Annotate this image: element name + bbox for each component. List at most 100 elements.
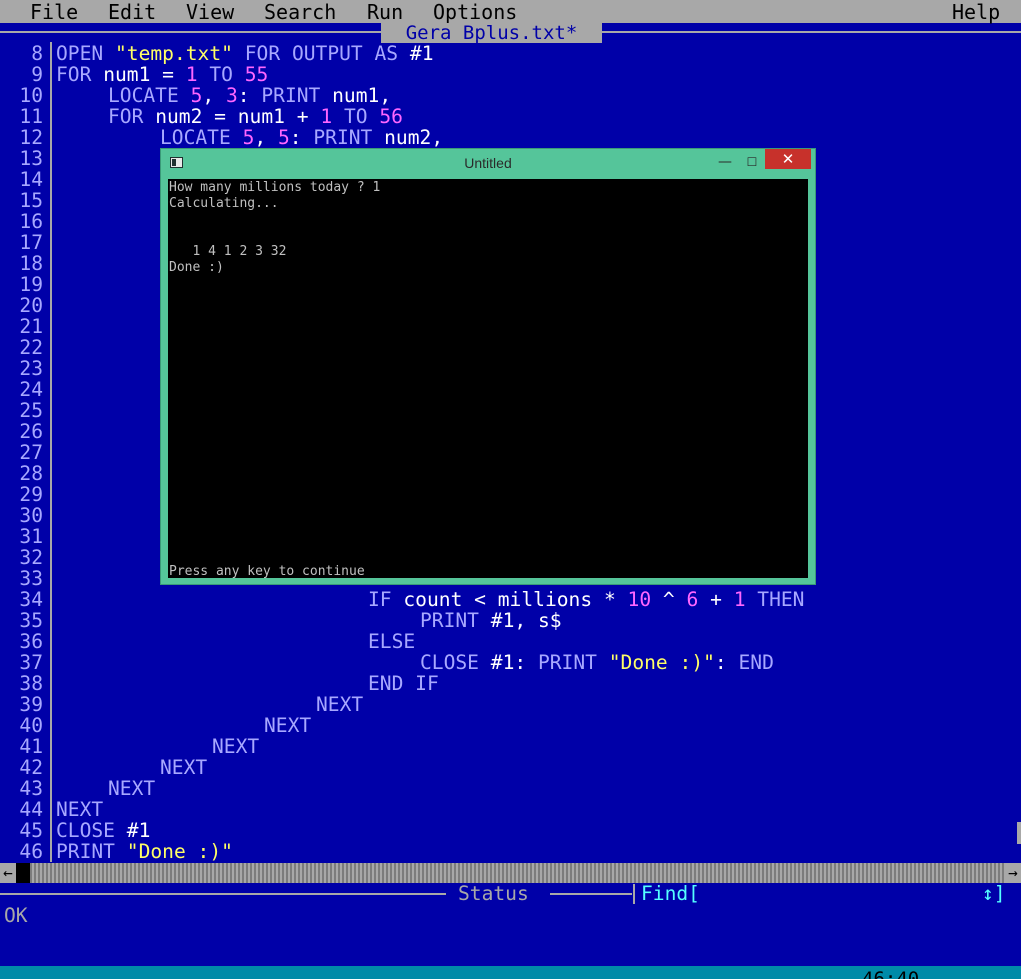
code-token: , [379,84,392,107]
minimize-icon[interactable]: — [712,152,738,172]
vertical-scrollbar-thumb[interactable] [1017,822,1021,844]
line-number: 34 [19,588,43,611]
code-token: 1 [733,588,746,611]
line-number: 16 [19,210,43,233]
line-text: NEXT [316,694,363,715]
scroll-right-arrow-icon[interactable]: → [1005,863,1021,883]
menu-options[interactable]: Options [433,0,517,24]
code-line[interactable]: 35 PRINT #1, s$ [0,610,1016,631]
code-token: END IF [368,672,439,695]
code-line[interactable]: 43 NEXT [0,778,1016,799]
find-direction-arrows-icon[interactable]: ↕] [982,883,1006,905]
line-number: 29 [19,483,43,506]
code-line[interactable]: 41 NEXT [0,736,1016,757]
line-number: 23 [19,357,43,380]
code-token: PRINT [56,840,115,863]
code-line[interactable]: 37 CLOSE #1: PRINT "Done :)": END [0,652,1016,673]
code-line[interactable]: 44 NEXT [0,799,1016,820]
code-token: 10 [627,588,652,611]
code-token: CLOSE [56,819,115,842]
find-input[interactable] [706,884,976,904]
code-line[interactable]: 9 FOR num1 = 1 TO 55 [0,64,1016,85]
code-token: num1 [332,84,380,107]
code-token: 1 [320,105,333,128]
code-token: 5 [242,126,255,149]
line-number: 33 [19,567,43,590]
code-line[interactable]: 10 LOCATE 5, 3: PRINT num1, [0,85,1016,106]
code-token: FOR [56,63,92,86]
code-line[interactable]: 38 END IF [0,673,1016,694]
status-panel-title: Status [458,882,529,905]
output-window[interactable]: Untitled — ☐ ✕ How many millions today ?… [160,148,816,585]
code-line[interactable]: 34 IF count < millions * 10 ^ 6 + 1 THEN [0,589,1016,610]
code-line[interactable]: 39 NEXT [0,694,1016,715]
find-label: Find[ [641,882,700,905]
line-text: ELSE [368,631,415,652]
code-line[interactable]: 11 FOR num2 = num1 + 1 TO 56 [0,106,1016,127]
code-line[interactable]: 12 LOCATE 5, 5: PRINT num2, [0,127,1016,148]
line-text: NEXT [56,799,103,820]
code-line[interactable]: 40 NEXT [0,715,1016,736]
code-line[interactable]: 46 PRINT "Done :)" [0,841,1016,862]
menu-view[interactable]: View [186,0,234,24]
code-line[interactable]: 45 CLOSE #1 [0,820,1016,841]
line-text: NEXT [160,757,207,778]
horizontal-scrollbar[interactable]: ← → [0,863,1021,883]
code-token: AS [374,42,399,65]
menu-search[interactable]: Search [264,0,336,24]
code-token: , [202,84,215,107]
line-text: NEXT [212,736,259,757]
maximize-icon[interactable]: ☐ [739,152,765,172]
line-text: FOR num1 = 1 TO 55 [56,64,268,85]
close-icon[interactable]: ✕ [765,149,811,169]
code-token: : [714,651,727,674]
menu-file[interactable]: File [30,0,78,24]
horizontal-scrollbar-thumb[interactable] [16,863,30,883]
code-token: count [403,588,463,611]
code-token: #1 [490,651,515,674]
line-text: IF count < millions * 10 ^ 6 + 1 THEN [368,589,804,610]
menu-help[interactable]: Help [952,0,1000,24]
status-message: OK [4,904,28,927]
menu-run[interactable]: Run [367,0,403,24]
code-line[interactable]: 42 NEXT [0,757,1016,778]
line-number: 10 [19,84,43,107]
code-token: 1 [185,63,198,86]
code-line[interactable]: 36 ELSE [0,631,1016,652]
code-token: PRINT [261,84,321,107]
console-output[interactable]: How many millions today ? 1 Calculating.… [168,179,808,579]
code-token: PRINT [313,126,373,149]
menu-edit[interactable]: Edit [108,0,156,24]
code-token: NEXT [56,798,104,821]
code-token: millions [497,588,593,611]
line-number: 21 [19,315,43,338]
scroll-left-arrow-icon[interactable]: ← [0,863,16,883]
code-line[interactable]: 8 OPEN "temp.txt" FOR OUTPUT AS #1 [0,43,1016,64]
line-number: 17 [19,231,43,254]
output-window-titlebar[interactable]: Untitled — ☐ ✕ [161,149,815,178]
code-token: < [474,588,486,611]
vertical-scrollbar[interactable] [1016,42,1021,862]
code-token: ^ [662,588,675,611]
line-number: 26 [19,420,43,443]
